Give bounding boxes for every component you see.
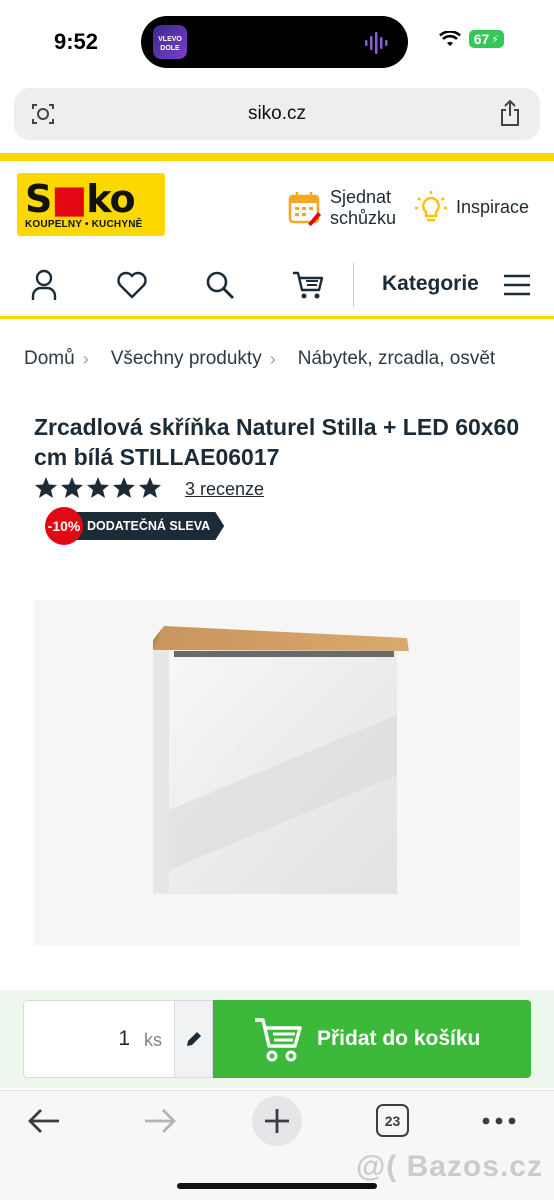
breadcrumb: Domů › Všechny produkty › Nábytek, zrcad… [24, 348, 495, 370]
user-icon[interactable] [30, 268, 58, 302]
nav-divider [353, 263, 354, 307]
now-playing-app-icon: VLEVO DOLE [153, 25, 187, 59]
mirror-cabinet-illustration [153, 626, 409, 894]
back-arrow-icon[interactable] [27, 1106, 61, 1136]
tabs-button[interactable]: 23 [376, 1104, 409, 1137]
heart-icon[interactable] [116, 271, 148, 299]
url-text: siko.cz [247, 103, 307, 124]
hamburger-menu-icon[interactable] [504, 274, 530, 296]
siko-logo[interactable]: S■ko KOUPELNY • KUCHYNĚ [17, 173, 165, 236]
calendar-icon [288, 192, 321, 226]
new-tab-button[interactable] [252, 1096, 302, 1146]
schedule-appointment-link[interactable]: Sjednat schůzku [288, 187, 396, 229]
chevron-right-icon: › [82, 348, 89, 369]
brand-strip [0, 153, 554, 161]
quantity-input[interactable]: 1 ks [23, 1000, 213, 1078]
pencil-icon [186, 1032, 201, 1046]
quantity-unit: ks [144, 1030, 162, 1050]
battery-indicator: 67 ⚡ [468, 30, 504, 48]
discount-percent: -10% [45, 507, 83, 545]
star-icon [113, 477, 135, 498]
breadcrumb-item-category[interactable]: Nábytek, zrcadla, osvět [298, 348, 495, 370]
star-icon [139, 477, 161, 498]
lightbulb-icon [415, 191, 447, 222]
star-icon [87, 477, 109, 498]
status-indicators: 67 ⚡ [438, 30, 504, 48]
plus-icon [265, 1109, 289, 1133]
cart-icon [255, 1018, 302, 1062]
wifi-icon [438, 30, 461, 46]
bazos-watermark: @( Bazos.cz [356, 1150, 543, 1183]
discount-badge: -10% DODATEČNÁ SLEVA [45, 507, 225, 545]
breadcrumb-item-home[interactable]: Domů [24, 348, 75, 370]
chevron-right-icon: › [269, 348, 276, 369]
star-icon [61, 477, 83, 498]
rating-stars [34, 476, 162, 499]
logo-wordmark: S■ko [25, 177, 136, 221]
breadcrumb-item-all-products[interactable]: Všechny produkty [111, 348, 262, 370]
categories-button[interactable]: Kategorie [382, 272, 479, 296]
add-to-cart-button[interactable]: Přidat do košíku [213, 1000, 531, 1078]
more-options-icon[interactable] [482, 1117, 516, 1125]
product-image[interactable] [34, 600, 520, 946]
home-indicator [177, 1183, 377, 1189]
star-icon [35, 477, 57, 498]
address-bar[interactable]: siko.cz [14, 88, 540, 140]
forward-arrow-icon[interactable] [143, 1106, 177, 1136]
cart-icon[interactable] [292, 270, 324, 300]
dynamic-island: VLEVO DOLE [141, 16, 408, 68]
add-to-cart-label: Přidat do košíku [317, 1027, 481, 1050]
reviews-link[interactable]: 3 recenze [185, 479, 264, 500]
search-icon[interactable] [205, 270, 235, 300]
quantity-edit-button[interactable] [174, 1001, 212, 1077]
status-bar: 9:52 VLEVO DOLE 67 ⚡ [0, 0, 554, 82]
quantity-value: 1 [118, 1027, 130, 1050]
logo-tagline: KOUPELNY • KUCHYNĚ [25, 219, 143, 230]
product-title: Zrcadlová skříňka Naturel Stilla + LED 6… [34, 414, 520, 470]
discount-label: DODATEČNÁ SLEVA [77, 512, 225, 540]
status-time: 9:52 [54, 29, 99, 54]
inspiration-link[interactable]: Inspirace [414, 190, 529, 224]
main-nav: Kategorie [0, 260, 554, 312]
share-icon[interactable] [498, 99, 522, 127]
nav-underline [0, 316, 554, 319]
audio-wave-icon [365, 32, 388, 54]
